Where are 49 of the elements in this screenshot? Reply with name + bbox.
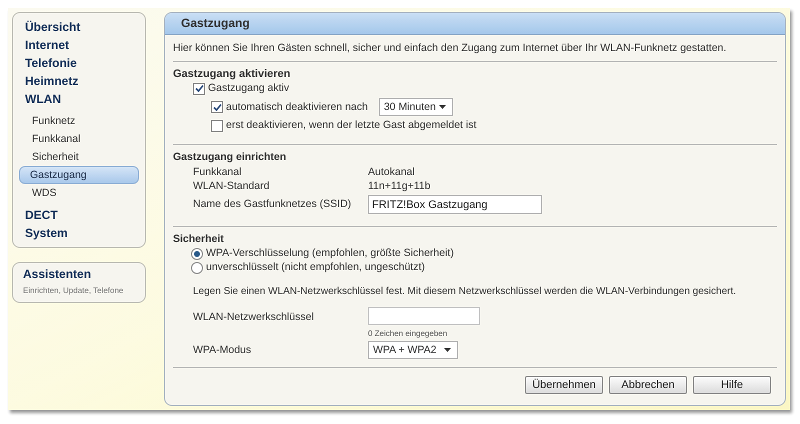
dropdown-arrow-icon [438,105,446,109]
field-label: WLAN-Standard [193,180,270,192]
radio-label: unverschlüsselt (nicht empfohlen, ungeschützt) [206,261,425,274]
checkbox-label: erst deaktivieren, wenn der letzte Gast abgemeldet ist [226,119,476,132]
checkbox-label: Gastzugang aktiv [208,82,290,95]
nav-item[interactable]: Übersicht [13,18,145,36]
nav-item[interactable]: DECT [13,206,145,224]
nav-item[interactable]: WLAN [13,90,145,108]
field-value: Autokanal [368,166,415,178]
checkbox[interactable] [211,120,223,132]
checkbox-label: automatisch deaktivieren nach [226,100,368,114]
assistant-description: Einrichten, Update, Telefone [23,285,124,297]
nav-item[interactable]: Telefonie [13,54,145,72]
radio-button[interactable] [191,248,203,260]
section-title: Sicherheit [173,233,225,246]
duration-dropdown[interactable]: 30 Minuten [378,98,453,116]
wpa-mode-dropdown[interactable]: WPA + WPA2 [368,341,458,359]
assistant-link[interactable]: Assistenten [23,268,135,281]
nav-item[interactable]: Funkkanal [13,130,145,148]
nav-item[interactable]: Internet [13,36,145,54]
intro-text: Hier können Sie Ihren Gästen schnell, sicher und einfach den Zugang zum Internet über Ihr WLAN-Funknetz gestatten. [173,42,728,55]
action-button[interactable]: Übernehmen [525,376,603,394]
action-button[interactable]: Hilfe [693,376,771,394]
field-label: WLAN-Netzwerkschlüssel [193,311,315,325]
nav-item[interactable]: Sicherheit [13,148,145,166]
field-label: Funkkanal [193,166,242,178]
nav-item[interactable]: System [13,224,145,242]
nav-item[interactable]: Heimnetz [13,72,145,90]
checkmark-icon [194,84,204,93]
action-button[interactable]: Abbrechen [609,376,687,394]
checkmark-icon [212,102,222,112]
field-label: Name des Gastfunknetzes (SSID) [193,198,352,211]
checkbox[interactable] [193,82,205,94]
section-title: Gastzugang einrichten [173,151,288,164]
field-value: 11n+11g+11b [368,180,430,192]
panel-title: Gastzugang [181,17,250,30]
nav-item[interactable]: Gastzugang [19,166,139,184]
checkbox[interactable] [211,101,223,113]
nav-item[interactable]: Funknetz [13,112,145,130]
network-key-input[interactable] [368,307,480,325]
field-label: WPA-Modus [193,344,252,356]
section-title: Gastzugang aktivieren [173,68,292,81]
radio-label: WPA-Verschlüsselung (empfohlen, größte Sicherheit) [206,247,454,260]
dropdown-arrow-icon [444,348,451,352]
ssid-input[interactable]: FRITZ!Box Gastzugang [368,195,542,214]
nav-item[interactable]: WDS [13,184,145,202]
radio-button[interactable] [191,262,203,274]
security-note: Legen Sie einen WLAN-Netzwerkschlüssel fest. Mit diesem Netzwerkschlüssel werden die WLAN-Verbindungen gesichert. [193,285,738,298]
character-count: 0 Zeichen eingegeben [368,328,448,340]
